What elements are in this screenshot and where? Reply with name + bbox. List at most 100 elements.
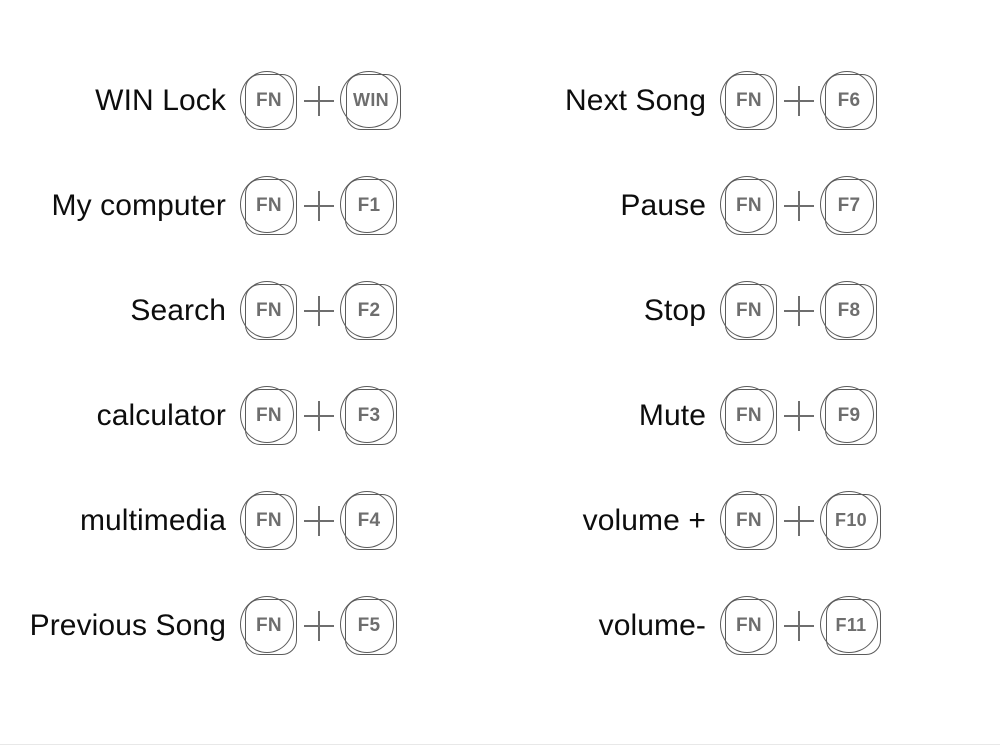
shortcut-row: WIN Lock FN WIN [0,48,500,153]
shortcut-function-label: Next Song [565,83,706,117]
shortcut-columns: WIN Lock FN WIN My computer FN F1 Search FN F2 ca… [0,48,1000,678]
keycap-action[interactable]: F2 [340,280,398,341]
keycap-action[interactable]: F9 [820,385,878,446]
keycap-label: WIN [353,90,389,110]
key-combination: FN F8 [720,280,878,341]
keycap-label: FN [256,509,282,531]
keycap-label: FN [256,194,282,216]
keycap-modifier[interactable]: FN [240,490,298,551]
keycap-label: FN [256,89,282,111]
keycap-label: FN [736,194,762,216]
plus-icon [778,491,820,551]
shortcut-row: Next Song FN F6 [500,48,1000,153]
shortcut-function-label: My computer [51,188,226,222]
shortcut-function-label: Previous Song [29,608,226,642]
key-combination: FN F9 [720,385,878,446]
key-combination: FN F11 [720,595,882,656]
keycap-modifier[interactable]: FN [720,175,778,236]
key-combination: FN F7 [720,175,878,236]
key-combination: FN F5 [240,595,398,656]
keycap-action[interactable]: F10 [820,490,882,551]
left-column: WIN Lock FN WIN My computer FN F1 Search FN F2 ca… [0,48,500,678]
shortcut-reference-sheet: WIN Lock FN WIN My computer FN F1 Search FN F2 ca… [0,0,1000,745]
shortcut-row: multimedia FN F4 [0,468,500,573]
keycap-action[interactable]: F5 [340,595,398,656]
shortcut-row: calculator FN F3 [0,363,500,468]
shortcut-function-label: Pause [620,188,706,222]
keycap-modifier[interactable]: FN [240,70,298,131]
key-combination: FN F3 [240,385,398,446]
keycap-modifier[interactable]: FN [720,70,778,131]
keycap-label: F11 [835,615,867,635]
plus-icon [778,71,820,131]
shortcut-row: Previous Song FN F5 [0,573,500,678]
keycap-modifier[interactable]: FN [720,385,778,446]
keycap-label: F10 [835,510,867,530]
shortcut-function-label: multimedia [79,503,226,537]
shortcut-row: My computer FN F1 [0,153,500,258]
plus-icon [778,596,820,656]
keycap-label: FN [736,89,762,111]
keycap-label: F9 [837,404,861,426]
plus-icon [298,596,340,656]
key-combination: FN F4 [240,490,398,551]
keycap-label: F5 [357,614,381,636]
shortcut-row: volume- FN F11 [500,573,1000,678]
keycap-action[interactable]: F8 [820,280,878,341]
keycap-modifier[interactable]: FN [240,280,298,341]
keycap-label: FN [256,299,282,321]
shortcut-row: volume + FN F10 [500,468,1000,573]
keycap-label: F6 [837,89,861,111]
keycap-label: FN [736,509,762,531]
keycap-label: FN [736,614,762,636]
keycap-modifier[interactable]: FN [240,175,298,236]
keycap-modifier[interactable]: FN [240,385,298,446]
keycap-action[interactable]: F1 [340,175,398,236]
plus-icon [298,176,340,236]
plus-icon [298,491,340,551]
shortcut-function-label: volume + [582,503,706,537]
shortcut-row: Search FN F2 [0,258,500,363]
shortcut-function-label: WIN Lock [95,83,226,117]
shortcut-row: Stop FN F8 [500,258,1000,363]
key-combination: FN F1 [240,175,398,236]
keycap-modifier[interactable]: FN [720,280,778,341]
keycap-modifier[interactable]: FN [720,490,778,551]
plus-icon [298,281,340,341]
right-column: Next Song FN F6 Pause FN F7 Stop FN F8 Mute FN F9 vo… [500,48,1000,678]
keycap-action[interactable]: F7 [820,175,878,236]
keycap-label: FN [736,299,762,321]
plus-icon [298,71,340,131]
key-combination: FN F6 [720,70,878,131]
keycap-label: F7 [837,194,861,216]
keycap-action[interactable]: F4 [340,490,398,551]
plus-icon [778,281,820,341]
keycap-label: F8 [837,299,861,321]
keycap-action[interactable]: F3 [340,385,398,446]
shortcut-function-label: Search [130,293,226,327]
shortcut-function-label: volume- [598,608,706,642]
shortcut-function-label: Mute [638,398,706,432]
shortcut-row: Mute FN F9 [500,363,1000,468]
plus-icon [298,386,340,446]
keycap-action[interactable]: WIN [340,70,402,131]
keycap-label: FN [736,404,762,426]
keycap-label: F3 [357,404,381,426]
keycap-label: F2 [357,299,381,321]
plus-icon [778,176,820,236]
keycap-label: FN [256,404,282,426]
keycap-action[interactable]: F6 [820,70,878,131]
keycap-action[interactable]: F11 [820,595,882,656]
plus-icon [778,386,820,446]
key-combination: FN F10 [720,490,882,551]
keycap-label: FN [256,614,282,636]
keycap-modifier[interactable]: FN [240,595,298,656]
shortcut-row: Pause FN F7 [500,153,1000,258]
keycap-label: F4 [357,509,381,531]
shortcut-function-label: Stop [643,293,706,327]
shortcut-function-label: calculator [96,398,226,432]
keycap-label: F1 [357,194,381,216]
key-combination: FN F2 [240,280,398,341]
key-combination: FN WIN [240,70,402,131]
keycap-modifier[interactable]: FN [720,595,778,656]
